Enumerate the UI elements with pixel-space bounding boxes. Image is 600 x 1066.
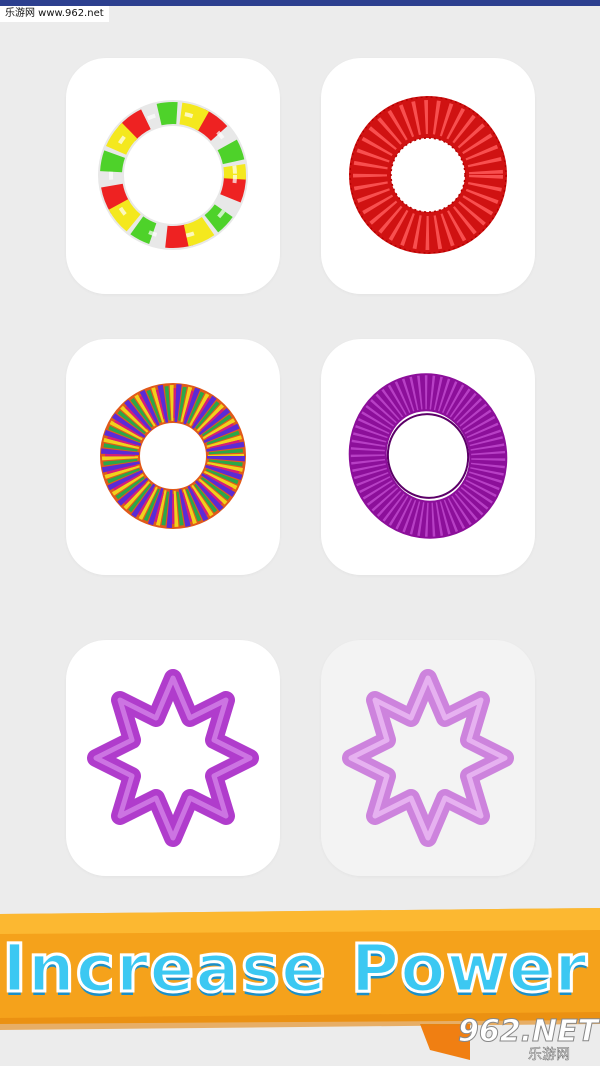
watermark-bottom: 962.NET 乐游网 (457, 1014, 598, 1064)
banner-title: Increase Power (1, 929, 589, 1009)
rainbow-twist-torus-icon (100, 383, 246, 529)
item-grid (0, 0, 600, 900)
watermark-cn: 乐游网 (528, 1047, 571, 1064)
purple-star-ring-icon (87, 669, 259, 847)
pink-star-ring-icon (342, 669, 514, 847)
tile-pink-star-ring[interactable] (321, 640, 535, 876)
tile-purple-loop-torus[interactable] (321, 339, 535, 575)
twisted-candy-ring-icon (98, 100, 248, 250)
red-mesh-torus-icon (349, 96, 507, 254)
tile-purple-star-ring[interactable] (66, 640, 280, 876)
purple-loop-torus-icon (348, 373, 508, 539)
tile-rainbow-twist-torus[interactable] (66, 339, 280, 575)
tile-twisted-candy-ring[interactable] (66, 58, 280, 294)
tile-red-mesh-torus[interactable] (321, 58, 535, 294)
